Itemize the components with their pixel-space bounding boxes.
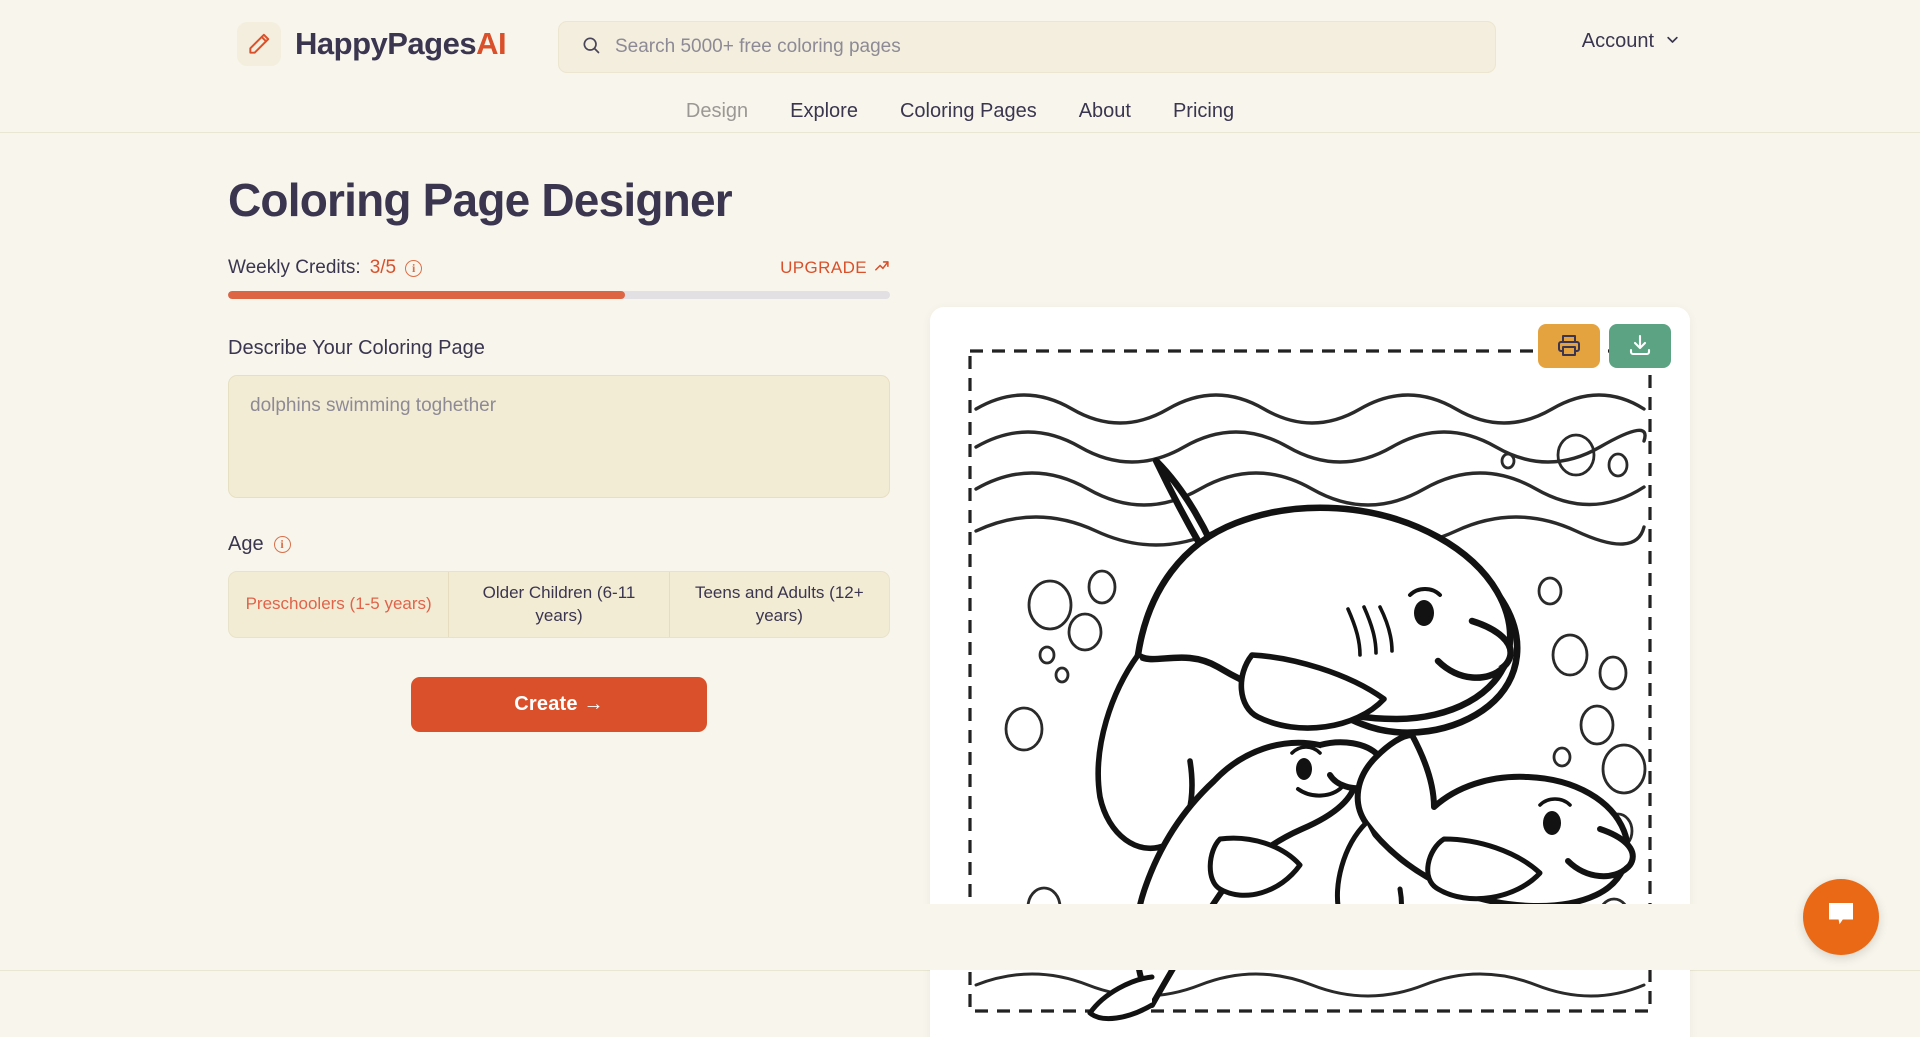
chevron-down-icon xyxy=(1665,30,1680,53)
trending-up-arrow-icon xyxy=(873,257,890,279)
credits-progress-fill xyxy=(228,291,625,299)
header-top-row: HappyPagesAI Account xyxy=(0,0,1920,90)
create-button[interactable]: Create → xyxy=(411,677,707,732)
prompt-label-text: Describe Your Coloring Page xyxy=(228,337,485,360)
age-info-icon[interactable]: i xyxy=(274,536,291,553)
nav-item-coloring-pages[interactable]: Coloring Pages xyxy=(900,100,1037,123)
download-button[interactable] xyxy=(1609,324,1671,368)
download-icon xyxy=(1628,333,1652,360)
designer-form-panel: Coloring Page Designer Weekly Credits: 3… xyxy=(228,173,890,732)
nav-item-about[interactable]: About xyxy=(1079,100,1131,123)
logo[interactable]: HappyPagesAI xyxy=(237,22,506,66)
credits-progress-bar[interactable] xyxy=(228,291,890,299)
chat-bubble-icon xyxy=(1823,897,1859,938)
age-option-teens-adults[interactable]: Teens and Adults (12+ years) xyxy=(670,572,889,637)
search-icon xyxy=(581,35,601,60)
upgrade-label: UPGRADE xyxy=(780,258,867,278)
account-menu[interactable]: Account xyxy=(1582,30,1680,53)
footer-strip xyxy=(0,904,1920,970)
nav-item-pricing[interactable]: Pricing xyxy=(1173,100,1234,123)
logo-text: HappyPagesAI xyxy=(295,26,506,62)
pencil-icon xyxy=(237,22,281,66)
prompt-label: Describe Your Coloring Page xyxy=(228,337,890,360)
credits-label: Weekly Credits: xyxy=(228,257,361,279)
chat-widget-button[interactable] xyxy=(1803,879,1879,955)
printer-icon xyxy=(1557,333,1581,360)
preview-action-buttons xyxy=(1538,324,1671,368)
age-option-older-children[interactable]: Older Children (6-11 years) xyxy=(449,572,669,637)
credits-info: Weekly Credits: 3/5 i xyxy=(228,257,422,279)
main-navigation: Design Explore Coloring Pages About Pric… xyxy=(0,90,1920,133)
prompt-input[interactable] xyxy=(228,375,890,498)
age-label: Age i xyxy=(228,533,890,556)
age-selector: Preschoolers (1-5 years) Older Children … xyxy=(228,571,890,638)
print-button[interactable] xyxy=(1538,324,1600,368)
search-bar[interactable] xyxy=(558,21,1496,73)
site-header: HappyPagesAI Account Design Explore Colo… xyxy=(0,0,1920,133)
search-input[interactable] xyxy=(615,36,1473,58)
credits-row: Weekly Credits: 3/5 i UPGRADE xyxy=(228,257,890,279)
upgrade-link[interactable]: UPGRADE xyxy=(780,257,890,279)
nav-item-explore[interactable]: Explore xyxy=(790,100,858,123)
logo-name-accent: AI xyxy=(476,26,506,61)
main-content: Coloring Page Designer Weekly Credits: 3… xyxy=(0,133,1920,971)
credits-value: 3/5 xyxy=(370,257,396,279)
credits-info-icon[interactable]: i xyxy=(405,260,422,277)
nav-item-design[interactable]: Design xyxy=(686,100,748,123)
account-label: Account xyxy=(1582,30,1654,53)
logo-name-primary: HappyPages xyxy=(295,26,476,61)
page-title: Coloring Page Designer xyxy=(228,173,890,227)
age-label-text: Age xyxy=(228,533,264,556)
age-option-preschoolers[interactable]: Preschoolers (1-5 years) xyxy=(229,572,449,637)
